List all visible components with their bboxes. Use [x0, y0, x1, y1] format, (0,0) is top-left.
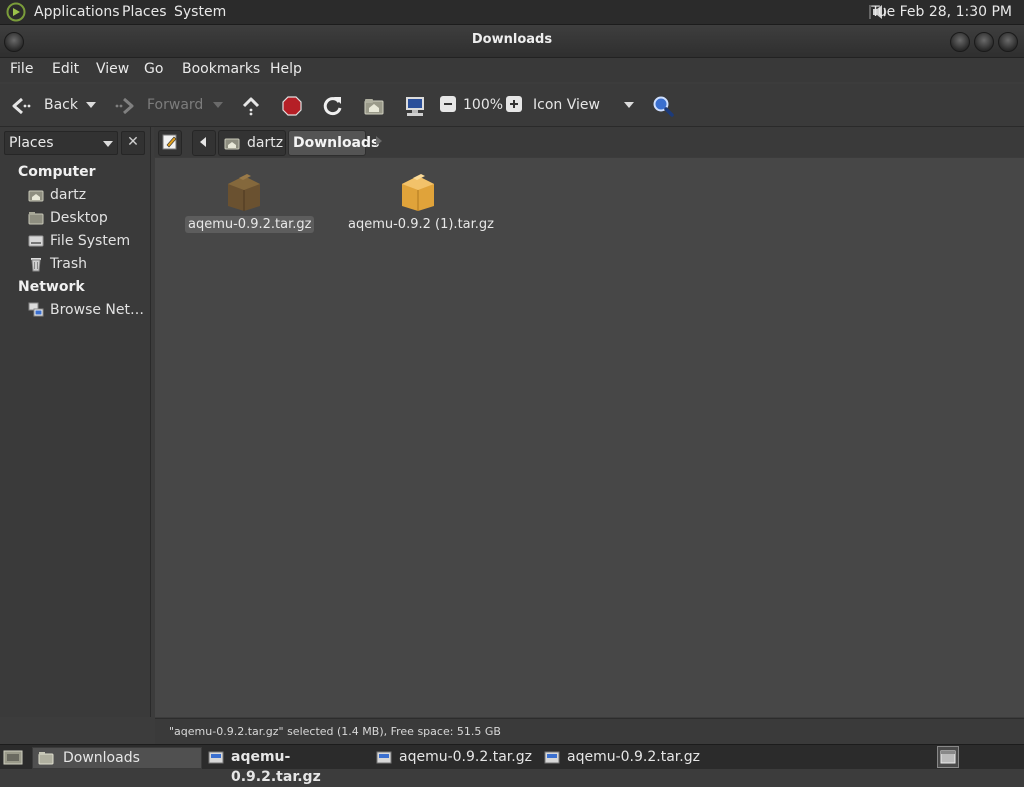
menu-help[interactable]: Help — [270, 58, 302, 82]
sidebar-item-label: Desktop — [50, 210, 108, 226]
forward-history-dropdown-icon[interactable] — [213, 102, 223, 108]
file-item[interactable]: aqemu-0.9.2.tar.gz — [185, 170, 315, 240]
menu-bookmarks[interactable]: Bookmarks — [182, 58, 260, 82]
toolbar: Back Forward 100% Icon View — [0, 84, 1024, 127]
archive-manager-icon — [376, 749, 392, 765]
show-desktop-icon[interactable] — [3, 747, 23, 767]
places-menu[interactable]: Places — [122, 0, 167, 24]
sidebar-section-computer: Computer — [18, 164, 96, 180]
location-bar: dartz Downloads — [154, 127, 1024, 157]
taskbar-item-label: aqemu-0.9.2.tar.gz — [231, 749, 321, 785]
taskbar-item-label: aqemu-0.9.2.tar.gz — [567, 749, 700, 765]
file-name: aqemu-0.9.2.tar.gz — [185, 216, 315, 233]
taskbar-item-archive-3[interactable]: aqemu-0.9.2.tar.gz — [542, 747, 702, 767]
toggle-location-entry-button[interactable] — [158, 130, 182, 156]
workspace-icon — [940, 750, 956, 764]
chevron-left-icon — [200, 137, 206, 147]
menu-file[interactable]: File — [10, 58, 33, 82]
file-view[interactable]: aqemu-0.9.2.tar.gz aqemu-0.9.2 (1).tar.g… — [155, 158, 1024, 717]
crumb-label: dartz — [247, 135, 284, 151]
view-mode-dropdown-icon[interactable] — [624, 102, 634, 108]
home-folder-icon — [28, 187, 44, 203]
workspace-switcher[interactable] — [937, 746, 959, 768]
chevron-down-icon — [103, 141, 113, 147]
up-arrow-icon[interactable] — [240, 95, 262, 117]
back-button[interactable]: Back — [44, 84, 78, 126]
path-scroll-right-button[interactable] — [376, 136, 382, 146]
crumb-label: Downloads — [293, 135, 380, 151]
archive-manager-icon — [544, 749, 560, 765]
desktop-folder-icon — [28, 210, 44, 226]
sidebar-type-label: Places — [9, 135, 54, 151]
zoom-out-button[interactable] — [440, 96, 456, 112]
window-titlebar[interactable]: Downloads — [0, 25, 1024, 58]
crumb-dartz[interactable]: dartz — [218, 130, 286, 156]
home-folder-icon — [224, 135, 240, 151]
trash-icon — [28, 256, 44, 272]
view-mode-select[interactable]: Icon View — [533, 84, 600, 126]
drive-icon — [28, 233, 44, 249]
sidebar-item-dartz[interactable]: dartz — [28, 185, 148, 205]
maximize-button[interactable] — [974, 32, 994, 52]
zoom-in-button[interactable] — [506, 96, 522, 112]
sidebar-item-trash[interactable]: Trash — [28, 254, 148, 274]
sidebar-section-network: Network — [18, 279, 85, 295]
back-history-dropdown-icon[interactable] — [86, 102, 96, 108]
menubar: File Edit View Go Bookmarks Help — [0, 58, 1024, 82]
archive-package-icon — [399, 170, 437, 212]
close-window-button[interactable] — [998, 32, 1018, 52]
computer-icon[interactable] — [404, 95, 426, 117]
close-sidebar-button[interactable]: ✕ — [121, 131, 145, 155]
zoom-level[interactable]: 100% — [463, 84, 503, 126]
top-panel: Applications Places System Tue Feb 28, 1… — [0, 0, 1024, 25]
sidebar-type-select[interactable]: Places — [4, 131, 118, 155]
sidebar-item-label: Trash — [50, 256, 87, 272]
system-menu[interactable]: System — [174, 0, 226, 24]
sidebar-item-label: Browse Net… — [50, 302, 145, 318]
file-item[interactable]: aqemu-0.9.2 (1).tar.gz — [345, 170, 494, 240]
taskbar-item-archive-2[interactable]: aqemu-0.9.2.tar.gz — [374, 747, 534, 767]
menu-view[interactable]: View — [96, 58, 129, 82]
sidebar-item-desktop[interactable]: Desktop — [28, 208, 148, 228]
edit-icon — [162, 134, 177, 150]
sidebar-item-label: dartz — [50, 187, 87, 203]
back-arrow-icon[interactable] — [10, 95, 32, 117]
sidebar: Places ✕ Computer dartz Desktop File Sys… — [0, 127, 151, 717]
sidebar-item-browse-network[interactable]: Browse Net… — [28, 300, 148, 320]
applications-menu[interactable]: Applications — [34, 0, 120, 24]
sidebar-item-file-system[interactable]: File System — [28, 231, 148, 251]
minus-icon — [444, 103, 452, 105]
bottom-panel: Downloads aqemu-0.9.2.tar.gz aqemu-0.9.2… — [0, 744, 1024, 785]
reload-icon[interactable] — [322, 95, 344, 117]
statusbar: "aqemu-0.9.2.tar.gz" selected (1.4 MB), … — [155, 718, 1024, 745]
forward-button[interactable]: Forward — [147, 84, 203, 126]
status-text: "aqemu-0.9.2.tar.gz" selected (1.4 MB), … — [169, 725, 501, 738]
archive-manager-icon — [208, 749, 224, 765]
forward-arrow-icon[interactable] — [114, 95, 136, 117]
menu-go[interactable]: Go — [144, 58, 163, 82]
crumb-downloads[interactable]: Downloads — [288, 130, 379, 156]
sidebar-item-label: File System — [50, 233, 131, 249]
window-title: Downloads — [471, 32, 553, 47]
taskbar-item-label: Downloads — [63, 750, 140, 766]
menu-edit[interactable]: Edit — [52, 58, 79, 82]
network-icon — [28, 302, 44, 318]
taskbar-item-downloads[interactable]: Downloads — [32, 747, 202, 769]
archive-package-icon — [225, 170, 263, 212]
taskbar-item-archive-1[interactable]: aqemu-0.9.2.tar.gz — [206, 747, 366, 785]
file-name: aqemu-0.9.2 (1).tar.gz — [348, 217, 494, 232]
path-scroll-left-button[interactable] — [192, 130, 216, 156]
distro-logo-icon[interactable] — [6, 2, 26, 22]
home-folder-icon[interactable] — [363, 95, 385, 117]
minimize-button[interactable] — [950, 32, 970, 52]
folder-icon — [38, 750, 54, 766]
clock[interactable]: Tue Feb 28, 1:30 PM — [871, 0, 1012, 24]
taskbar-item-label: aqemu-0.9.2.tar.gz — [399, 749, 532, 765]
stop-icon[interactable] — [281, 95, 303, 117]
search-icon[interactable] — [652, 95, 674, 117]
